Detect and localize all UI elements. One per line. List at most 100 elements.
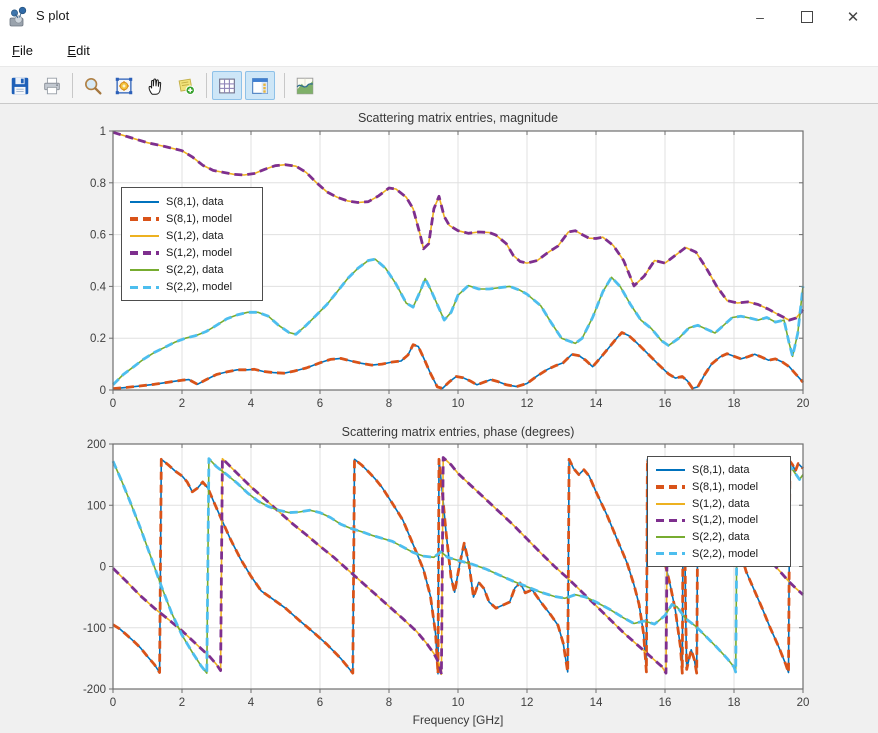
phase-legend[interactable]: S(8,1), data S(8,1), model S(1,2), data S(1… — [647, 456, 791, 567]
legend-entry[interactable]: S(1,2), model — [130, 245, 254, 262]
svg-text:0.6: 0.6 — [90, 230, 106, 242]
dashed-line-sample — [656, 519, 685, 523]
toolbar — [0, 66, 878, 104]
maximize-icon — [801, 11, 813, 23]
svg-text:0.2: 0.2 — [90, 333, 106, 345]
legend-entry[interactable]: S(8,1), model — [130, 210, 254, 227]
legend-entry[interactable]: S(1,2), data — [656, 495, 782, 512]
minimize-icon: – — [756, 9, 764, 25]
legend-entry[interactable]: S(1,2), data — [130, 227, 254, 244]
svg-text:14: 14 — [590, 398, 603, 410]
dashed-line-sample — [130, 251, 159, 255]
hand-icon — [144, 75, 166, 97]
svg-text:20: 20 — [797, 398, 810, 410]
legend-entry[interactable]: S(2,2), model — [656, 545, 782, 562]
datatip-button[interactable] — [171, 71, 201, 100]
mini-plot-icon — [294, 75, 316, 97]
svg-text:6: 6 — [317, 697, 323, 709]
grid-icon — [216, 75, 238, 97]
print-button[interactable] — [37, 71, 67, 100]
svg-text:1: 1 — [100, 126, 106, 138]
close-button[interactable]: ✕ — [830, 0, 876, 34]
svg-text:8: 8 — [386, 697, 392, 709]
solid-line-sample — [130, 269, 159, 271]
svg-text:16: 16 — [659, 398, 672, 410]
svg-text:0: 0 — [100, 562, 106, 574]
svg-text:16: 16 — [659, 697, 672, 709]
toolbar-separator — [206, 73, 207, 98]
legend-entry[interactable]: S(2,2), data — [656, 529, 782, 546]
svg-text:20: 20 — [797, 697, 810, 709]
minimize-button[interactable]: – — [737, 0, 783, 34]
solid-line-sample — [130, 235, 159, 237]
legend-entry[interactable]: S(8,1), data — [130, 193, 254, 210]
legend-label: S(2,2), model — [166, 281, 232, 293]
legend-label: S(1,2), model — [692, 514, 758, 526]
menu-file[interactable]: File — [4, 41, 41, 60]
save-button[interactable] — [5, 71, 35, 100]
close-icon: ✕ — [847, 8, 860, 26]
figure-window: S plot – ✕ File Edit — [0, 0, 878, 733]
svg-text:0: 0 — [100, 385, 106, 397]
svg-text:18: 18 — [728, 697, 741, 709]
legend-label: S(8,1), model — [692, 481, 758, 493]
svg-text:12: 12 — [521, 697, 534, 709]
svg-text:10: 10 — [452, 697, 465, 709]
legend-label: S(2,2), model — [692, 548, 758, 560]
svg-text:2: 2 — [179, 398, 185, 410]
legend-label: S(2,2), data — [692, 531, 749, 543]
svg-text:10: 10 — [452, 398, 465, 410]
svg-text:4: 4 — [248, 697, 255, 709]
magnitude-legend[interactable]: S(8,1), data S(8,1), model S(1,2), data S(1… — [121, 187, 263, 301]
legend-entry[interactable]: S(2,2), model — [130, 279, 254, 296]
legend-label: S(1,2), data — [166, 230, 223, 242]
printer-icon — [41, 75, 63, 97]
menu-bar: File Edit — [0, 34, 878, 66]
app-icon — [8, 6, 30, 28]
floppy-disk-icon — [9, 75, 31, 97]
svg-text:14: 14 — [590, 697, 603, 709]
svg-text:4: 4 — [248, 398, 255, 410]
magnifier-icon — [82, 75, 104, 97]
svg-text:100: 100 — [87, 500, 106, 512]
svg-text:200: 200 — [87, 439, 106, 451]
zoom-region-button[interactable] — [109, 71, 139, 100]
zoom-button[interactable] — [78, 71, 108, 100]
legend-entry[interactable]: S(8,1), model — [656, 479, 782, 496]
svg-text:8: 8 — [386, 398, 392, 410]
legend-label: S(8,1), model — [166, 213, 232, 225]
legend-label: S(1,2), model — [166, 247, 232, 259]
legend-entry[interactable]: S(1,2), model — [656, 512, 782, 529]
solid-line-sample — [656, 536, 685, 538]
window-title: S plot — [36, 8, 69, 23]
toolbar-separator — [72, 73, 73, 98]
title-bar: S plot – ✕ — [0, 0, 878, 34]
grid-toggle-button[interactable] — [212, 71, 242, 100]
svg-text:18: 18 — [728, 398, 741, 410]
svg-text:0.4: 0.4 — [90, 281, 107, 293]
x-axis-label: Frequency [GHz] — [113, 713, 803, 727]
dashed-line-sample — [656, 552, 685, 556]
property-editor-button[interactable] — [245, 71, 275, 100]
solid-line-sample — [656, 469, 685, 471]
svg-text:0: 0 — [110, 398, 116, 410]
menu-edit[interactable]: Edit — [59, 41, 97, 60]
pan-button[interactable] — [140, 71, 170, 100]
legend-entry[interactable]: S(8,1), data — [656, 462, 782, 479]
solid-line-sample — [656, 503, 685, 505]
figure-canvas: Scattering matrix entries, magnitude 024… — [0, 104, 878, 733]
legend-label: S(8,1), data — [692, 464, 749, 476]
svg-text:12: 12 — [521, 398, 534, 410]
panel-window-icon — [249, 75, 271, 97]
svg-text:6: 6 — [317, 398, 323, 410]
dashed-line-sample — [130, 286, 159, 290]
legend-entry[interactable]: S(2,2), data — [130, 262, 254, 279]
svg-text:0: 0 — [110, 697, 116, 709]
note-plus-icon — [175, 75, 197, 97]
plot-browser-button[interactable] — [290, 71, 320, 100]
svg-text:0.8: 0.8 — [90, 178, 106, 190]
legend-label: S(8,1), data — [166, 196, 223, 208]
svg-text:-100: -100 — [83, 623, 106, 635]
svg-text:-200: -200 — [83, 684, 106, 696]
maximize-button[interactable] — [784, 0, 830, 34]
